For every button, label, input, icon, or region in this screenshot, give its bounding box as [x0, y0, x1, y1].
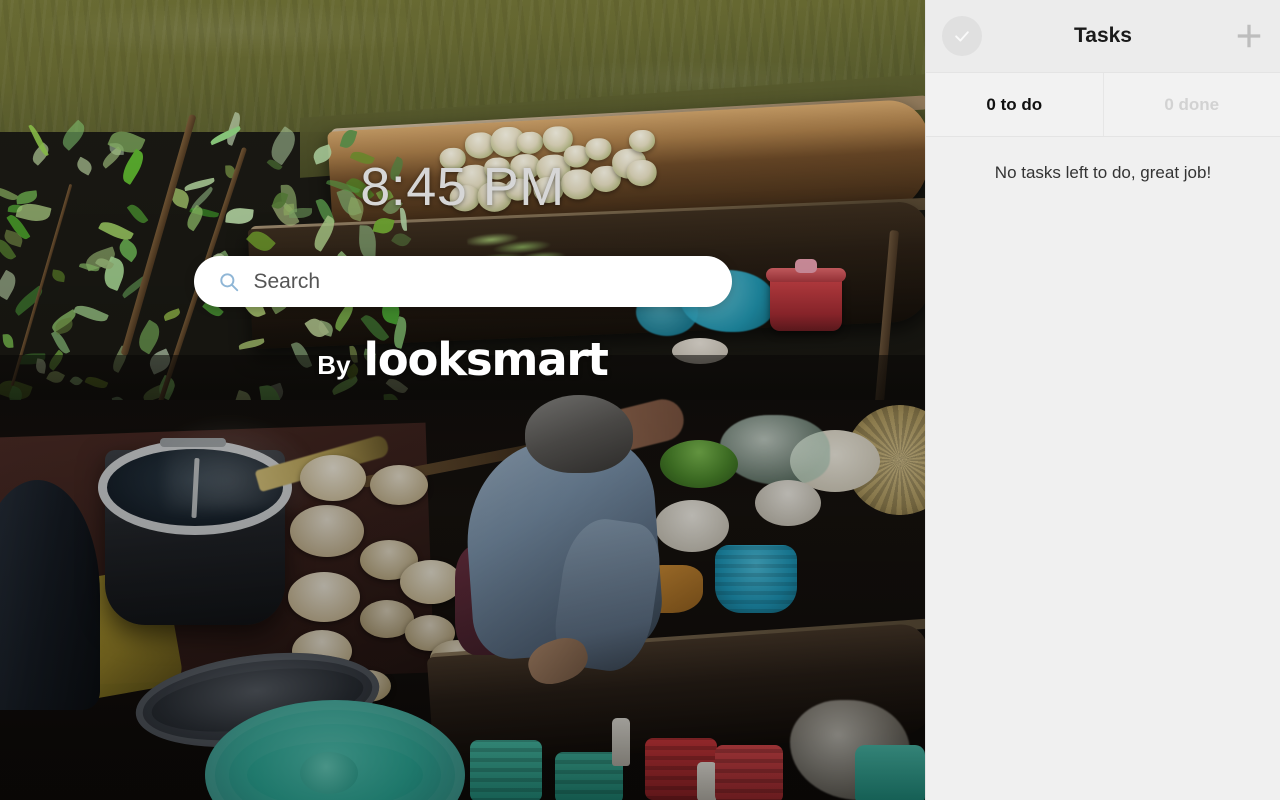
search-icon	[218, 271, 240, 293]
wallpaper-background: 8:45 PM By looksmart	[0, 0, 925, 800]
tasks-panel: Tasks 0 to do 0 done No tasks left to do…	[925, 0, 1280, 800]
tab-done-label: 0 done	[1164, 95, 1219, 115]
tab-done[interactable]: 0 done	[1103, 73, 1280, 136]
search-input[interactable]	[254, 270, 708, 294]
newtab-overlay: 8:45 PM By looksmart	[0, 0, 925, 800]
brand-lockup: By looksmart	[317, 337, 607, 382]
tab-todo-label: 0 to do	[986, 95, 1042, 115]
tab-todo[interactable]: 0 to do	[926, 73, 1103, 136]
empty-state-message: No tasks left to do, great job!	[946, 163, 1260, 183]
plus-icon[interactable]	[1232, 19, 1266, 53]
tasks-tabs: 0 to do 0 done	[926, 73, 1280, 137]
brand-prefix: By	[317, 352, 350, 382]
search-box[interactable]	[194, 256, 732, 307]
check-circle-icon[interactable]	[942, 16, 982, 56]
search-container	[194, 256, 732, 307]
brand-logo-looksmart: looksmart	[364, 337, 608, 382]
new-tab-page: 8:45 PM By looksmart	[0, 0, 1280, 800]
clock-time: 8:45 PM	[360, 160, 565, 214]
tasks-list-body: No tasks left to do, great job!	[926, 137, 1280, 800]
tasks-panel-header: Tasks	[926, 0, 1280, 73]
